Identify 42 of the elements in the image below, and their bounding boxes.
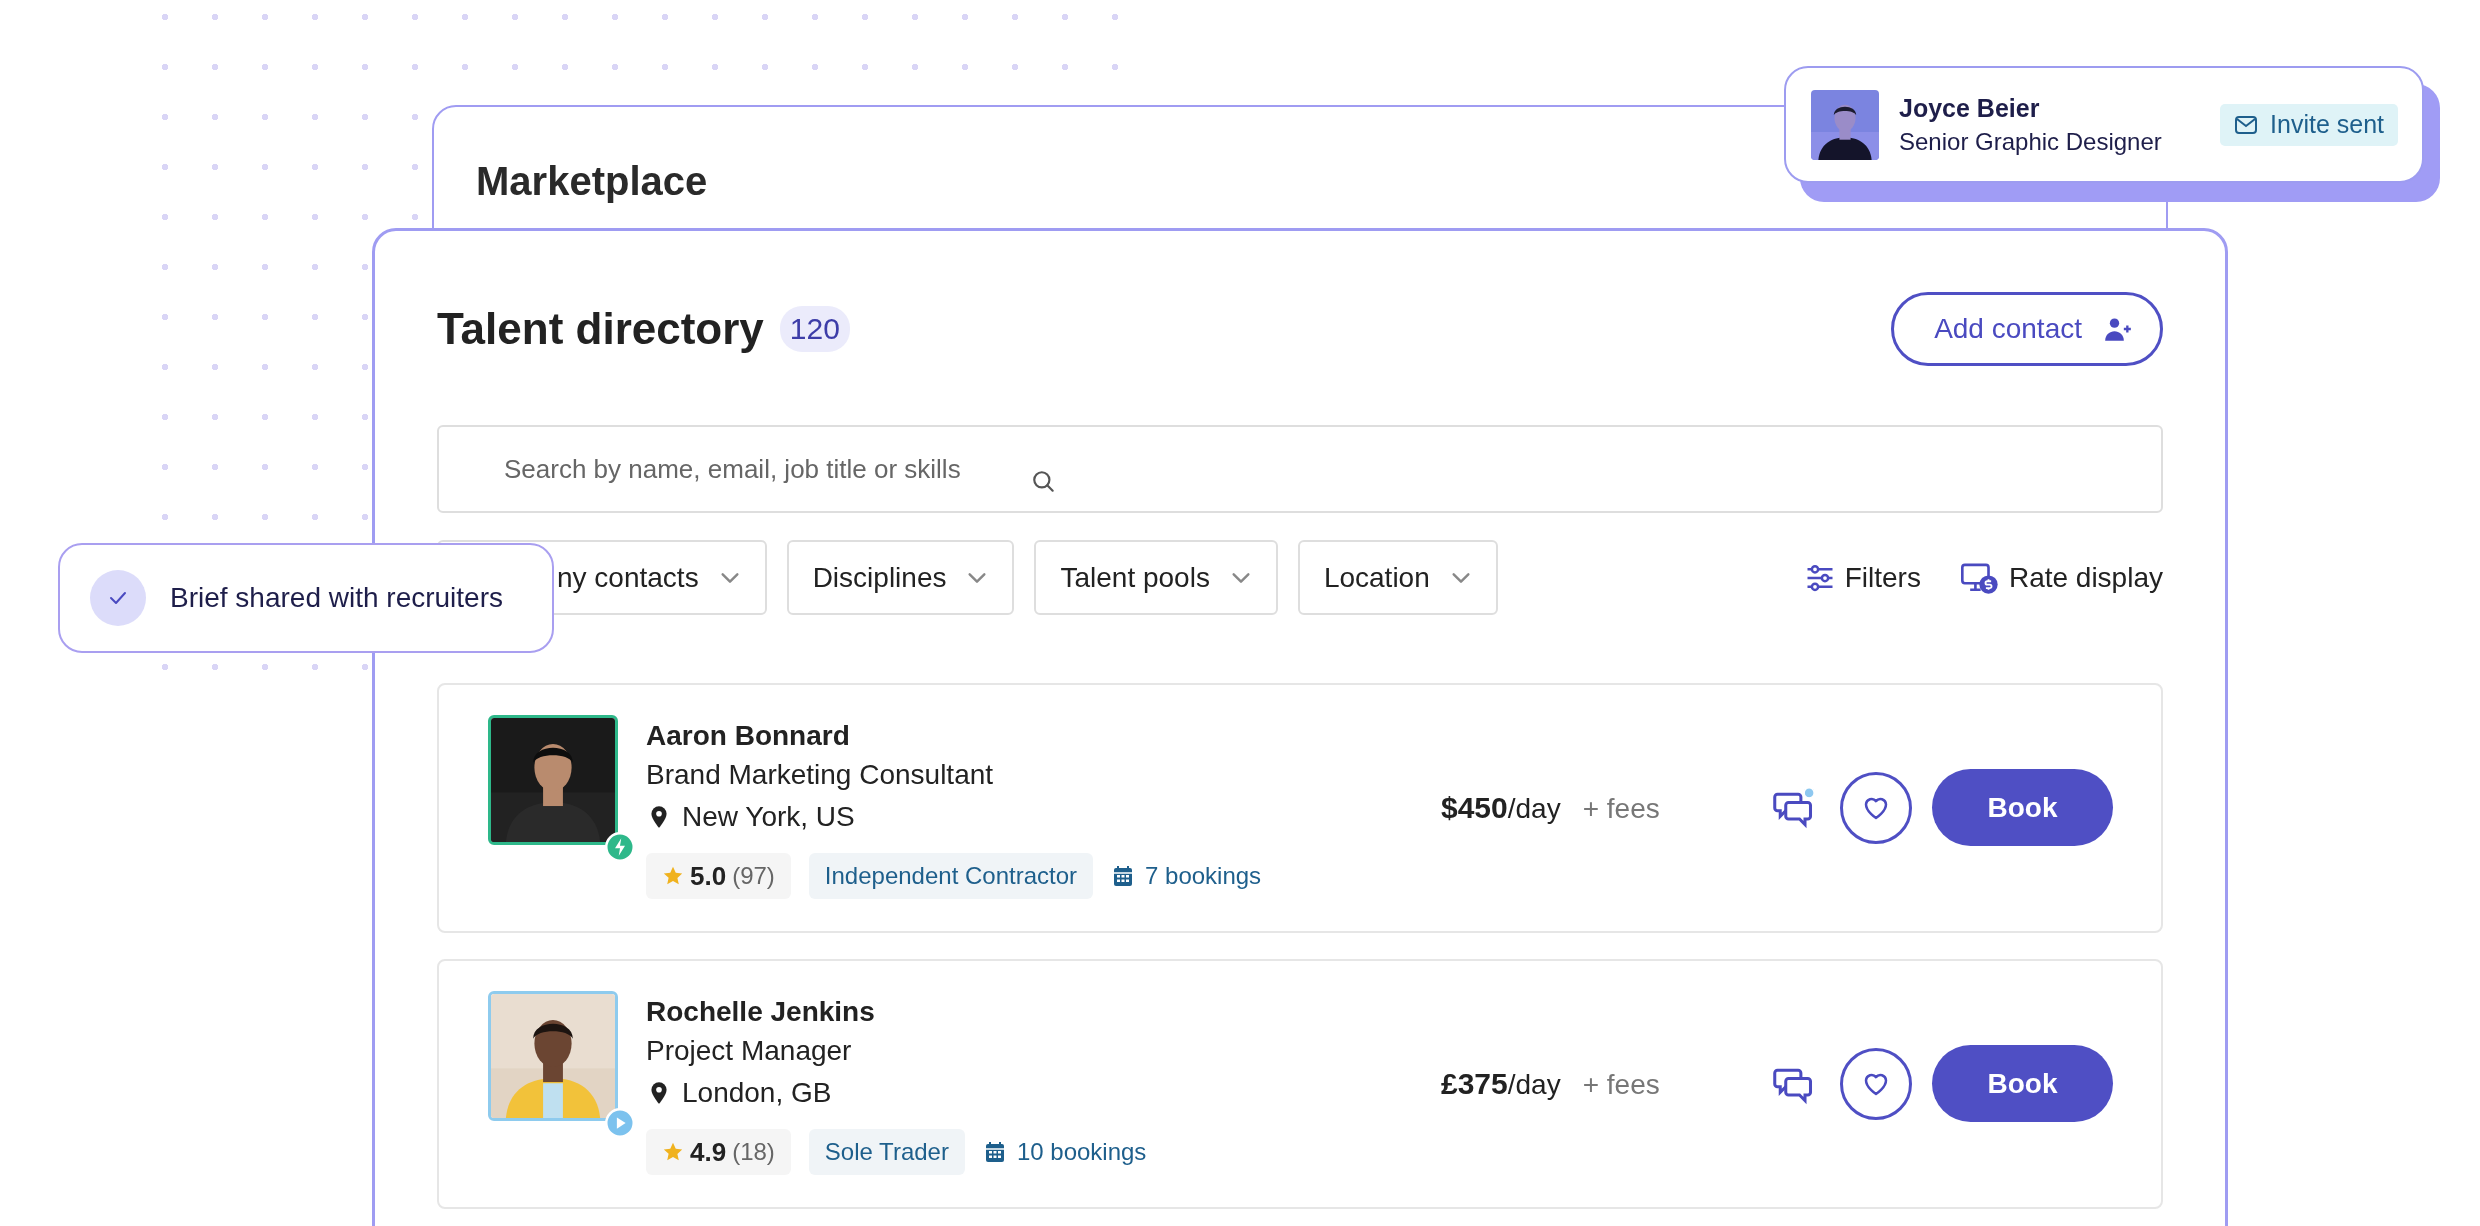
job-title: Project Manager [646,1034,853,1068]
status-badge: Invite sent [2220,103,2398,146]
star-icon [662,865,684,887]
filter-dropdown[interactable]: Location [1297,540,1498,615]
profile-name: Joyce Beier [1899,92,2041,124]
rating-value: 4.9 [690,1136,727,1168]
price-unit: /day [1507,1069,1561,1101]
contract-type-tag: Independent Contractor [808,853,1094,899]
review-count: (97) [732,862,775,890]
contract-type-tag: Sole Trader [808,1129,965,1175]
talent-name: Aaron Bonnard [646,719,851,753]
bookings-text: 10 bookings [1016,1138,1147,1166]
job-title: Brand Marketing Consultant [646,758,995,792]
profile-title: Senior Graphic Designer [1899,126,2162,157]
rate-display-button[interactable]: Rate display [1960,561,2163,594]
add-contact-button[interactable]: Add contact [1891,292,2163,366]
book-button[interactable]: Book [1932,769,2113,846]
monitor-dollar-icon [1960,561,1999,594]
fees-text: + fees [1582,1069,1660,1101]
directory-title: Talent directory [437,304,764,354]
play-badge-icon [605,1108,635,1138]
rating-value: 5.0 [690,860,727,892]
book-button[interactable]: Book [1932,1045,2113,1122]
bookings-text: 7 bookings [1145,862,1262,890]
price-value: $450 [1441,791,1508,825]
location-text: New York, US [682,800,855,834]
filter-dropdown[interactable]: Disciplines [786,540,1015,615]
filters-button[interactable]: Filters [1804,561,1921,594]
search-field[interactable]: Search by name, email, job title or skills [437,425,2163,513]
check-icon [90,570,146,626]
panel-title: Marketplace [476,159,708,204]
count-badge: 120 [779,306,850,352]
filter-dropdown[interactable]: Talent pools [1034,540,1278,615]
review-count: (18) [732,1138,775,1166]
fees-text: + fees [1582,793,1660,825]
search-icon [1031,469,1057,495]
price-value: £375 [1441,1067,1508,1101]
star-icon [662,1141,684,1163]
location-text: London, GB [682,1076,832,1110]
talent-name: Rochelle Jenkins [646,995,876,1029]
price-unit: /day [1507,793,1561,825]
chat-icon[interactable] [1772,785,1816,830]
